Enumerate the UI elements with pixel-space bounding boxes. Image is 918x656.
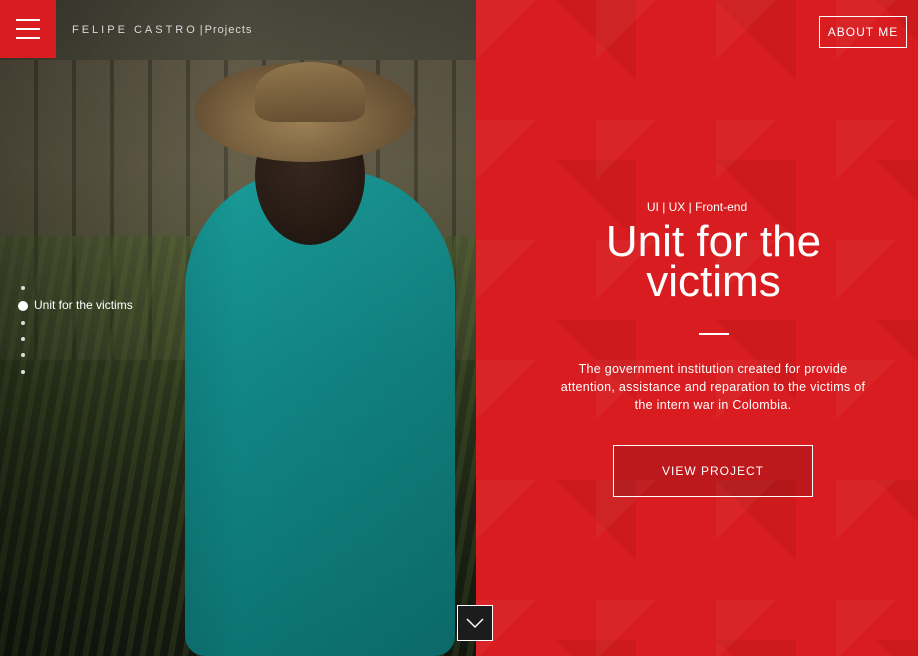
nav-dot[interactable] [21,370,25,374]
nav-dot[interactable] [21,321,25,325]
project-panel [476,0,918,656]
nav-dot-label[interactable]: Unit for the victims [34,298,133,312]
hamburger-icon-line [16,28,40,30]
site-brand[interactable]: FELIPE CASTRO | Projects [72,24,252,36]
hero-photo [0,0,476,656]
nav-dot[interactable] [21,286,25,290]
photo-shade [0,0,476,656]
brand-section: Projects [204,24,253,36]
nav-dot[interactable] [21,353,25,357]
hamburger-icon [16,19,40,21]
project-tags: UI | UX | Front-end [646,200,748,214]
brand-separator: | [199,24,203,36]
project-title: Unit for the victims [476,220,918,304]
project-description: The government institution created for p… [560,362,866,412]
hamburger-icon-line [16,37,40,39]
nav-dot[interactable] [21,337,25,341]
view-project-button[interactable]: VIEW PROJECT [613,445,813,497]
nav-dot-active[interactable] [18,301,28,311]
brand-name: FELIPE CASTRO [72,24,198,36]
project-title-line2: victims [646,257,781,306]
scroll-down-button[interactable] [457,605,493,641]
menu-button[interactable] [0,0,56,58]
about-me-button[interactable]: ABOUT ME [819,16,907,48]
chevron-down-icon [466,618,484,629]
title-divider [699,333,729,335]
